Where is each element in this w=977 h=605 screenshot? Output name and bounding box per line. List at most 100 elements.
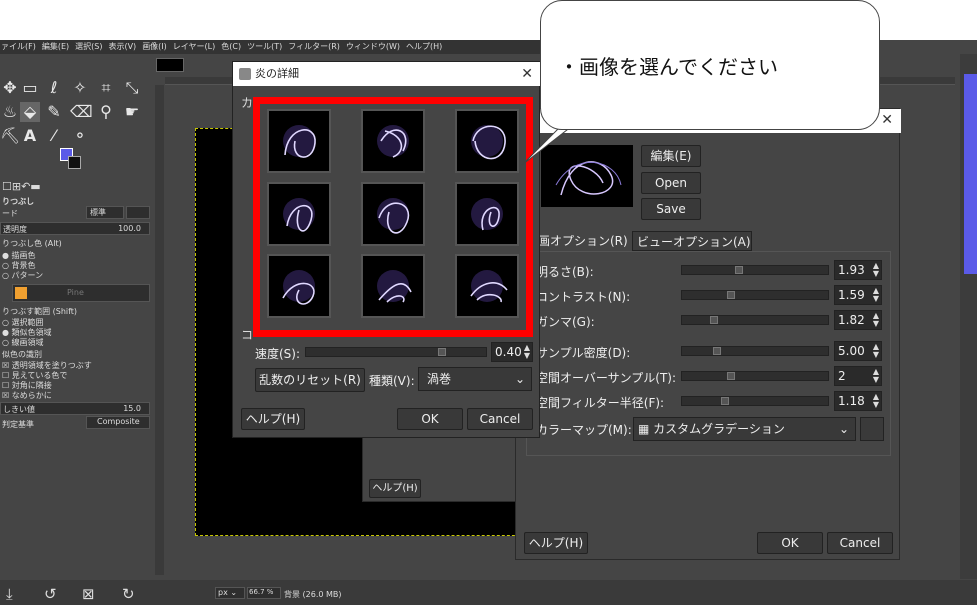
- back-ok-button[interactable]: OK: [757, 532, 823, 554]
- param-spinbox-2[interactable]: 1.82 ▲ ▼: [834, 310, 882, 330]
- fill-pattern-radio[interactable]: ○ パターン: [2, 270, 43, 281]
- param-slider-2[interactable]: [681, 315, 829, 325]
- front-dialog-titlebar: 炎の詳細 ✕: [233, 62, 541, 86]
- spin-updown-icon[interactable]: ▲ ▼: [873, 312, 879, 328]
- speed-spinbox[interactable]: 0.40 ▲ ▼: [491, 342, 533, 362]
- mid-help-button[interactable]: ヘルプ(H): [369, 479, 421, 498]
- spin-updown-icon[interactable]: ▲ ▼: [524, 344, 530, 360]
- menu-item-5[interactable]: レイヤー(L): [172, 40, 216, 54]
- menu-item-8[interactable]: フィルター(R): [287, 40, 341, 54]
- pattern-selector[interactable]: Pine: [12, 284, 150, 302]
- opacity-slider[interactable]: 透明度 100.0: [0, 222, 150, 235]
- path-tool-icon[interactable]: ⛏: [0, 126, 20, 146]
- param-slider-knob-5[interactable]: [721, 397, 729, 405]
- eraser-tool-icon[interactable]: ⌫: [70, 102, 93, 122]
- unit-select[interactable]: px ⌄: [215, 587, 245, 599]
- opt-antialias-checkbox[interactable]: ☒ なめらかに: [2, 390, 52, 401]
- param-spinbox-3[interactable]: 5.00 ▲ ▼: [834, 341, 882, 361]
- spin-updown-icon[interactable]: ▲ ▼: [873, 368, 879, 384]
- save-icon[interactable]: ⤓: [6, 585, 13, 603]
- reset-icon[interactable]: ↻: [122, 585, 135, 603]
- reset-random-button[interactable]: 乱数のリセット(R): [255, 368, 365, 392]
- menu-item-2[interactable]: 選択(S): [74, 40, 103, 54]
- menu-item-9[interactable]: ウィンドウ(W): [345, 40, 401, 54]
- zoom-tool-icon[interactable]: ⚬: [70, 126, 90, 146]
- param-slider-knob-0[interactable]: [735, 266, 743, 274]
- right-dock-panel: [960, 54, 977, 579]
- mode-extra-select[interactable]: [126, 206, 150, 219]
- zoom-select[interactable]: 66.7 %: [247, 587, 281, 599]
- spin-updown-icon[interactable]: ▲ ▼: [873, 343, 879, 359]
- param-slider-knob-2[interactable]: [710, 316, 718, 324]
- front-ok-button[interactable]: OK: [397, 408, 463, 430]
- spin-updown-icon[interactable]: ▲ ▼: [873, 393, 879, 409]
- smudge-tool-icon[interactable]: ☛: [122, 102, 142, 122]
- param-slider-5[interactable]: [681, 396, 829, 406]
- menu-item-10[interactable]: ヘルプ(H): [405, 40, 443, 54]
- area-line-radio[interactable]: ○ 線画領域: [2, 337, 44, 348]
- save-button[interactable]: Save: [641, 198, 701, 220]
- undo-icon[interactable]: ↺: [44, 585, 57, 603]
- menu-item-7[interactable]: ツール(T): [246, 40, 283, 54]
- rect-select-tool-icon[interactable]: ▭: [20, 78, 40, 98]
- transform-tool-icon[interactable]: ⤡: [122, 78, 142, 98]
- bucket-fill-tool-icon[interactable]: ⬙: [20, 102, 40, 122]
- tool-options-title: りつぶし: [2, 197, 35, 206]
- criterion-select[interactable]: Composite: [86, 416, 150, 429]
- flame-settings-dialog: ✕ 編集(E) Open Save 画オプション(R) ビューオプション(A) …: [515, 108, 901, 560]
- fg-bg-colors[interactable]: [60, 148, 82, 170]
- lasso-tool-icon[interactable]: ℓ: [44, 78, 64, 98]
- text-tool-icon[interactable]: A: [20, 126, 40, 146]
- type-select[interactable]: 渦巻 ⌄: [418, 367, 532, 391]
- menu-item-1[interactable]: 編集(E): [41, 40, 70, 54]
- fill-fg-label: 描画色: [11, 251, 36, 260]
- color-picker-icon[interactable]: ⁄: [44, 126, 64, 146]
- back-help-button[interactable]: ヘルプ(H): [524, 532, 588, 554]
- menu-item-3[interactable]: 表示(V): [107, 40, 137, 54]
- menu-item-4[interactable]: 画像(I): [141, 40, 168, 54]
- speed-value: 0.40: [495, 345, 522, 359]
- param-slider-0[interactable]: [681, 265, 829, 275]
- param-slider-1[interactable]: [681, 290, 829, 300]
- menu-item-6[interactable]: 色(C): [220, 40, 242, 54]
- move-tool-icon[interactable]: ✥: [0, 78, 20, 98]
- spin-updown-icon[interactable]: ▲ ▼: [873, 287, 879, 303]
- param-slider-knob-1[interactable]: [727, 291, 735, 299]
- front-help-button[interactable]: ヘルプ(H): [241, 408, 305, 430]
- status-bar: [0, 580, 977, 605]
- threshold-slider[interactable]: しきい値 15.0: [0, 402, 150, 415]
- edit-button[interactable]: 編集(E): [641, 145, 701, 167]
- menu-item-0[interactable]: ァイル(F): [0, 40, 37, 54]
- param-slider-knob-3[interactable]: [713, 347, 721, 355]
- back-cancel-button[interactable]: Cancel: [827, 532, 893, 554]
- mode-select[interactable]: 標準: [86, 206, 124, 219]
- param-spinbox-4[interactable]: 2 ▲ ▼: [834, 366, 882, 386]
- param-spinbox-1[interactable]: 1.59 ▲ ▼: [834, 285, 882, 305]
- param-spinbox-5[interactable]: 1.18 ▲ ▼: [834, 391, 882, 411]
- warp-tool-icon[interactable]: ♨: [0, 102, 20, 122]
- front-cancel-button[interactable]: Cancel: [467, 408, 533, 430]
- panel-tabs-icons[interactable]: ☐⊞↶▬: [2, 180, 41, 193]
- param-spinbox-0[interactable]: 1.93 ▲ ▼: [834, 260, 882, 280]
- open-button[interactable]: Open: [641, 172, 701, 194]
- delete-icon[interactable]: ⊠: [82, 585, 95, 603]
- spin-updown-icon[interactable]: ▲ ▼: [873, 262, 879, 278]
- background-color-swatch[interactable]: [68, 156, 81, 169]
- fuzzy-select-tool-icon[interactable]: ✧: [70, 78, 90, 98]
- clone-tool-icon[interactable]: ⚲: [96, 102, 116, 122]
- param-slider-3[interactable]: [681, 346, 829, 356]
- tab-view-options[interactable]: ビューオプション(A): [632, 231, 752, 251]
- criterion-value: Composite: [97, 417, 140, 426]
- opt-diagonal-label: 対角に隣接: [11, 381, 52, 390]
- type-value: 渦巻: [427, 372, 452, 386]
- crop-tool-icon[interactable]: ⌗: [96, 78, 116, 98]
- ruler-vertical[interactable]: [155, 85, 164, 575]
- param-slider-knob-4[interactable]: [727, 372, 735, 380]
- colormap-select[interactable]: ▦ カスタムグラデーション ⌄: [633, 417, 856, 441]
- param-slider-4[interactable]: [681, 371, 829, 381]
- front-close-icon[interactable]: ✕: [521, 62, 533, 86]
- paintbrush-tool-icon[interactable]: ✎: [44, 102, 64, 122]
- speed-slider-knob[interactable]: [438, 348, 446, 356]
- speed-slider[interactable]: [305, 347, 487, 357]
- back-close-icon[interactable]: ✕: [881, 112, 893, 128]
